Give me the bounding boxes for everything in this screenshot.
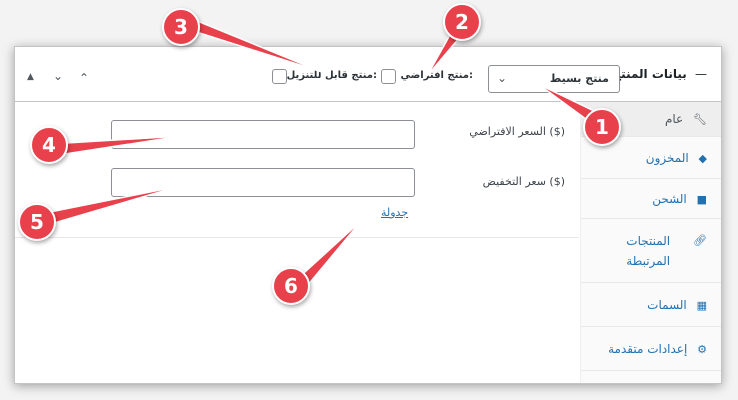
callout-6: 6 [272, 267, 310, 305]
callout-3: 3 [162, 8, 200, 46]
callout-arrows [39, 17, 598, 294]
callout-arrow-5 [39, 185, 181, 227]
callout-4: 4 [30, 126, 68, 164]
callout-arrow-4 [49, 135, 183, 157]
callout-1: 1 [583, 108, 621, 146]
callout-arrow-3 [182, 17, 323, 73]
screenshot-stage: بيانات المنتج — منتج بسيط ⌄ منتج افتراضي… [0, 0, 738, 400]
callout-5: 5 [18, 203, 56, 241]
callout-2: 2 [443, 3, 481, 41]
